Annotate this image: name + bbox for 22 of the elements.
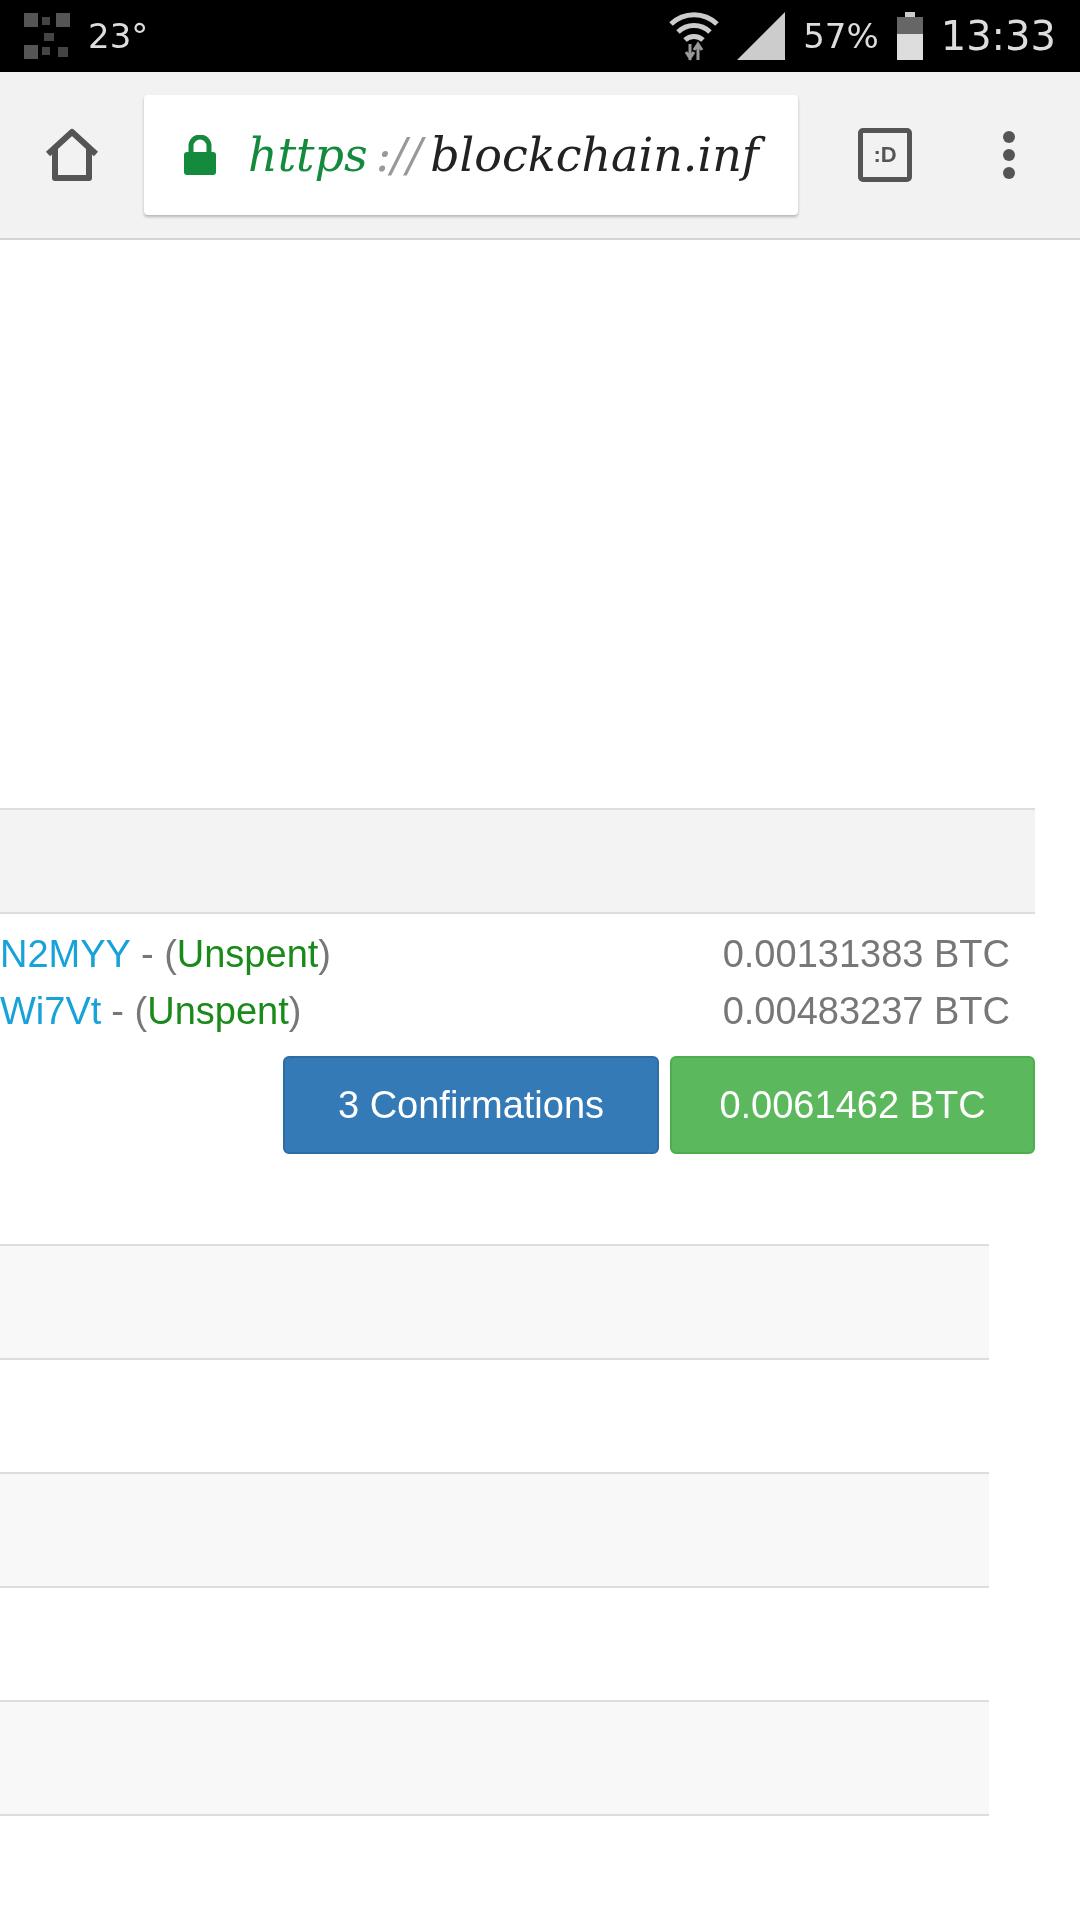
output-amount: 0.00483237 BTC [722, 990, 1010, 1033]
total-amount-button[interactable]: 0.0061462 BTC [670, 1056, 1035, 1154]
qr-code-icon [24, 13, 70, 59]
clock: 13:33 [940, 13, 1056, 59]
confirmations-button[interactable]: 3 Confirmations [283, 1056, 659, 1154]
url-text: :// [373, 125, 429, 185]
address-link[interactable]: Wi7Vt [0, 990, 102, 1033]
temperature: 23° [88, 16, 149, 56]
output-status: - (Unspent) [140, 933, 331, 976]
battery-icon [896, 12, 923, 60]
signal-icon [737, 12, 786, 60]
url-field[interactable]: https :// blockchain.inf [144, 95, 798, 215]
battery-percent: 57% [803, 16, 879, 56]
tab-switcher-button[interactable]: :D [858, 128, 912, 182]
wifi-icon [669, 10, 720, 62]
home-icon[interactable] [44, 128, 100, 182]
address-link[interactable]: N2MYY [0, 933, 131, 976]
url-text: blockchain.inf [428, 125, 765, 185]
output-status: - (Unspent) [111, 990, 302, 1033]
url-text: https [247, 127, 369, 184]
menu-icon[interactable] [1002, 130, 1016, 180]
output-amount: 0.00131383 BTC [722, 933, 1010, 976]
